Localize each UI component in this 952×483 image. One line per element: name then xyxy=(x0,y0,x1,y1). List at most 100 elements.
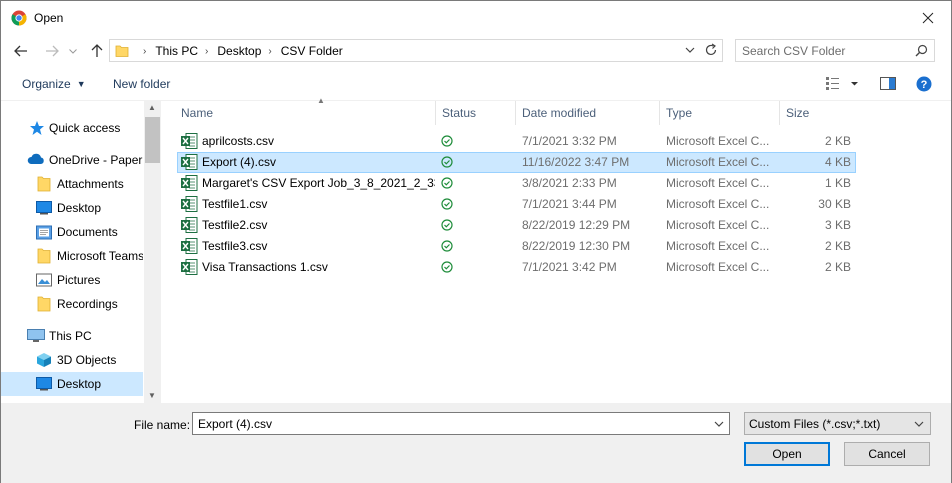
sidebar-item-desktop-this-pc[interactable]: Desktop xyxy=(1,372,143,396)
column-type-label: Type xyxy=(666,106,693,120)
file-size: 2 KB xyxy=(824,260,851,274)
folder-icon xyxy=(37,176,53,192)
file-date-modified: 8/22/2019 12:29 PM xyxy=(522,218,631,232)
open-button[interactable]: Open xyxy=(744,442,830,466)
organize-button[interactable]: Organize ▼ xyxy=(22,77,86,91)
file-name: aprilcosts.csv xyxy=(202,134,275,148)
caret-down-icon: ▼ xyxy=(76,79,86,89)
column-header-date-modified[interactable]: Date modified xyxy=(516,101,660,125)
column-header-size[interactable]: Size xyxy=(780,101,860,125)
refresh-icon[interactable] xyxy=(704,43,718,60)
file-name: Visa Transactions 1.csv xyxy=(202,260,328,274)
file-date-modified: 7/1/2021 3:44 PM xyxy=(522,197,617,211)
sync-status-icon xyxy=(441,156,453,171)
file-row[interactable]: Testfile2.csv 8/22/2019 12:29 PM Microso… xyxy=(177,215,856,236)
view-options-icon[interactable] xyxy=(825,75,861,94)
folder-icon xyxy=(37,248,53,264)
chevron-down-icon[interactable] xyxy=(684,43,696,60)
folder-icon xyxy=(115,44,129,61)
column-size-label: Size xyxy=(786,106,810,120)
file-row[interactable]: Testfile1.csv 7/1/2021 3:44 PM Microsoft… xyxy=(177,194,856,215)
preview-pane-icon[interactable] xyxy=(880,77,896,93)
sidebar-item-onedrive[interactable]: OneDrive - Paperl xyxy=(1,148,143,172)
scrollbar-thumb[interactable] xyxy=(145,117,160,163)
search-input[interactable] xyxy=(736,40,906,61)
file-type-select[interactable]: Custom Files (*.csv;*.txt) xyxy=(744,412,931,435)
file-date-modified: 7/1/2021 3:32 PM xyxy=(522,134,617,148)
sidebar-item-attachments[interactable]: Attachments xyxy=(1,172,143,196)
sidebar-item-pictures[interactable]: Pictures xyxy=(1,268,143,292)
sidebar-item-desktop[interactable]: Desktop xyxy=(1,196,143,220)
title-bar: Open xyxy=(1,1,951,35)
navigation-pane: Quick access OneDrive - Paperl Attachmen… xyxy=(1,101,161,403)
command-bar: Organize ▼ New folder ? xyxy=(1,67,951,101)
breadcrumb-this-pc[interactable]: This PC xyxy=(155,44,198,58)
breadcrumb-separator-icon: › xyxy=(143,45,147,57)
chevron-down-icon[interactable] xyxy=(713,417,725,434)
file-type: Microsoft Excel C... xyxy=(666,155,770,169)
file-list: Name ▲ Status Date modified Type Size ap… xyxy=(161,96,951,403)
navigation-bar: › This PC › Desktop › CSV Folder xyxy=(1,35,951,67)
back-arrow-icon[interactable] xyxy=(11,41,31,61)
file-row[interactable]: aprilcosts.csv 7/1/2021 3:32 PM Microsof… xyxy=(177,131,856,152)
file-row[interactable]: Visa Transactions 1.csv 7/1/2021 3:42 PM… xyxy=(177,257,856,278)
file-name: Testfile3.csv xyxy=(202,239,268,253)
sync-status-icon xyxy=(441,240,453,255)
file-type: Microsoft Excel C... xyxy=(666,218,770,232)
file-type: Microsoft Excel C... xyxy=(666,134,770,148)
address-bar[interactable]: › This PC › Desktop › CSV Folder xyxy=(109,39,723,62)
sidebar-item-label: Recordings xyxy=(57,297,118,311)
chevron-down-icon xyxy=(913,417,925,434)
column-header-type[interactable]: Type xyxy=(660,101,780,125)
file-size: 1 KB xyxy=(824,176,851,190)
sidebar-item-microsoft-teams[interactable]: Microsoft Teams xyxy=(1,244,143,268)
file-name: Margaret's CSV Export Job_3_8_2021_2_33.… xyxy=(202,176,435,190)
cancel-button-label: Cancel xyxy=(868,447,906,461)
file-name: Testfile2.csv xyxy=(202,218,268,232)
file-date-modified: 8/22/2019 12:30 PM xyxy=(522,239,631,253)
sync-status-icon xyxy=(441,198,453,213)
chevron-down-icon[interactable] xyxy=(67,41,79,61)
breadcrumb-separator-icon: › xyxy=(205,45,209,57)
column-date-label: Date modified xyxy=(522,106,597,120)
sidebar-item-documents[interactable]: Documents xyxy=(1,220,143,244)
help-icon[interactable]: ? xyxy=(916,76,932,95)
sidebar-item-label: Attachments xyxy=(57,177,124,191)
column-status-label: Status xyxy=(442,106,477,120)
desktop-icon xyxy=(36,377,52,393)
sidebar-item-label: Quick access xyxy=(49,121,121,135)
file-row[interactable]: Margaret's CSV Export Job_3_8_2021_2_33.… xyxy=(177,173,856,194)
sidebar-item-recordings[interactable]: Recordings xyxy=(1,292,143,316)
excel-csv-icon xyxy=(181,133,198,152)
sidebar-item-label: Microsoft Teams xyxy=(57,249,143,263)
open-button-label: Open xyxy=(772,447,802,461)
breadcrumb-csv-folder[interactable]: CSV Folder xyxy=(281,44,343,58)
up-arrow-icon[interactable] xyxy=(87,41,107,61)
scroll-down-icon[interactable]: ▼ xyxy=(148,391,156,400)
file-name-label: File name: xyxy=(134,418,191,432)
new-folder-button[interactable]: New folder xyxy=(113,77,170,91)
sidebar-item-label: Desktop xyxy=(57,377,102,391)
sidebar-item-quick-access[interactable]: Quick access xyxy=(1,116,143,140)
breadcrumb-desktop[interactable]: Desktop xyxy=(217,44,261,58)
file-row-selected[interactable]: Export (4).csv 11/16/2022 3:47 PM Micros… xyxy=(177,152,856,173)
sidebar-item-this-pc[interactable]: This PC xyxy=(1,324,143,348)
column-header-name[interactable]: Name ▲ xyxy=(175,96,436,125)
file-name-field[interactable]: Export (4).csv xyxy=(192,412,730,435)
forward-arrow-icon[interactable] xyxy=(42,41,62,61)
file-name: Export (4).csv xyxy=(202,155,277,169)
search-icon[interactable] xyxy=(915,44,928,60)
excel-csv-icon xyxy=(181,196,198,215)
scroll-up-icon[interactable]: ▲ xyxy=(148,103,156,112)
file-name: Testfile1.csv xyxy=(202,197,268,211)
file-row[interactable]: Testfile3.csv 8/22/2019 12:30 PM Microso… xyxy=(177,236,856,257)
sync-status-icon xyxy=(441,219,453,234)
sidebar-item-3d-objects[interactable]: 3D Objects xyxy=(1,348,143,372)
pictures-icon xyxy=(36,272,52,288)
window-title: Open xyxy=(34,11,64,25)
column-header-status[interactable]: Status xyxy=(436,101,516,125)
cancel-button[interactable]: Cancel xyxy=(844,442,930,466)
sidebar-scrollbar[interactable]: ▲ ▼ xyxy=(144,101,161,403)
close-icon[interactable] xyxy=(905,1,951,35)
excel-csv-icon xyxy=(181,175,198,194)
